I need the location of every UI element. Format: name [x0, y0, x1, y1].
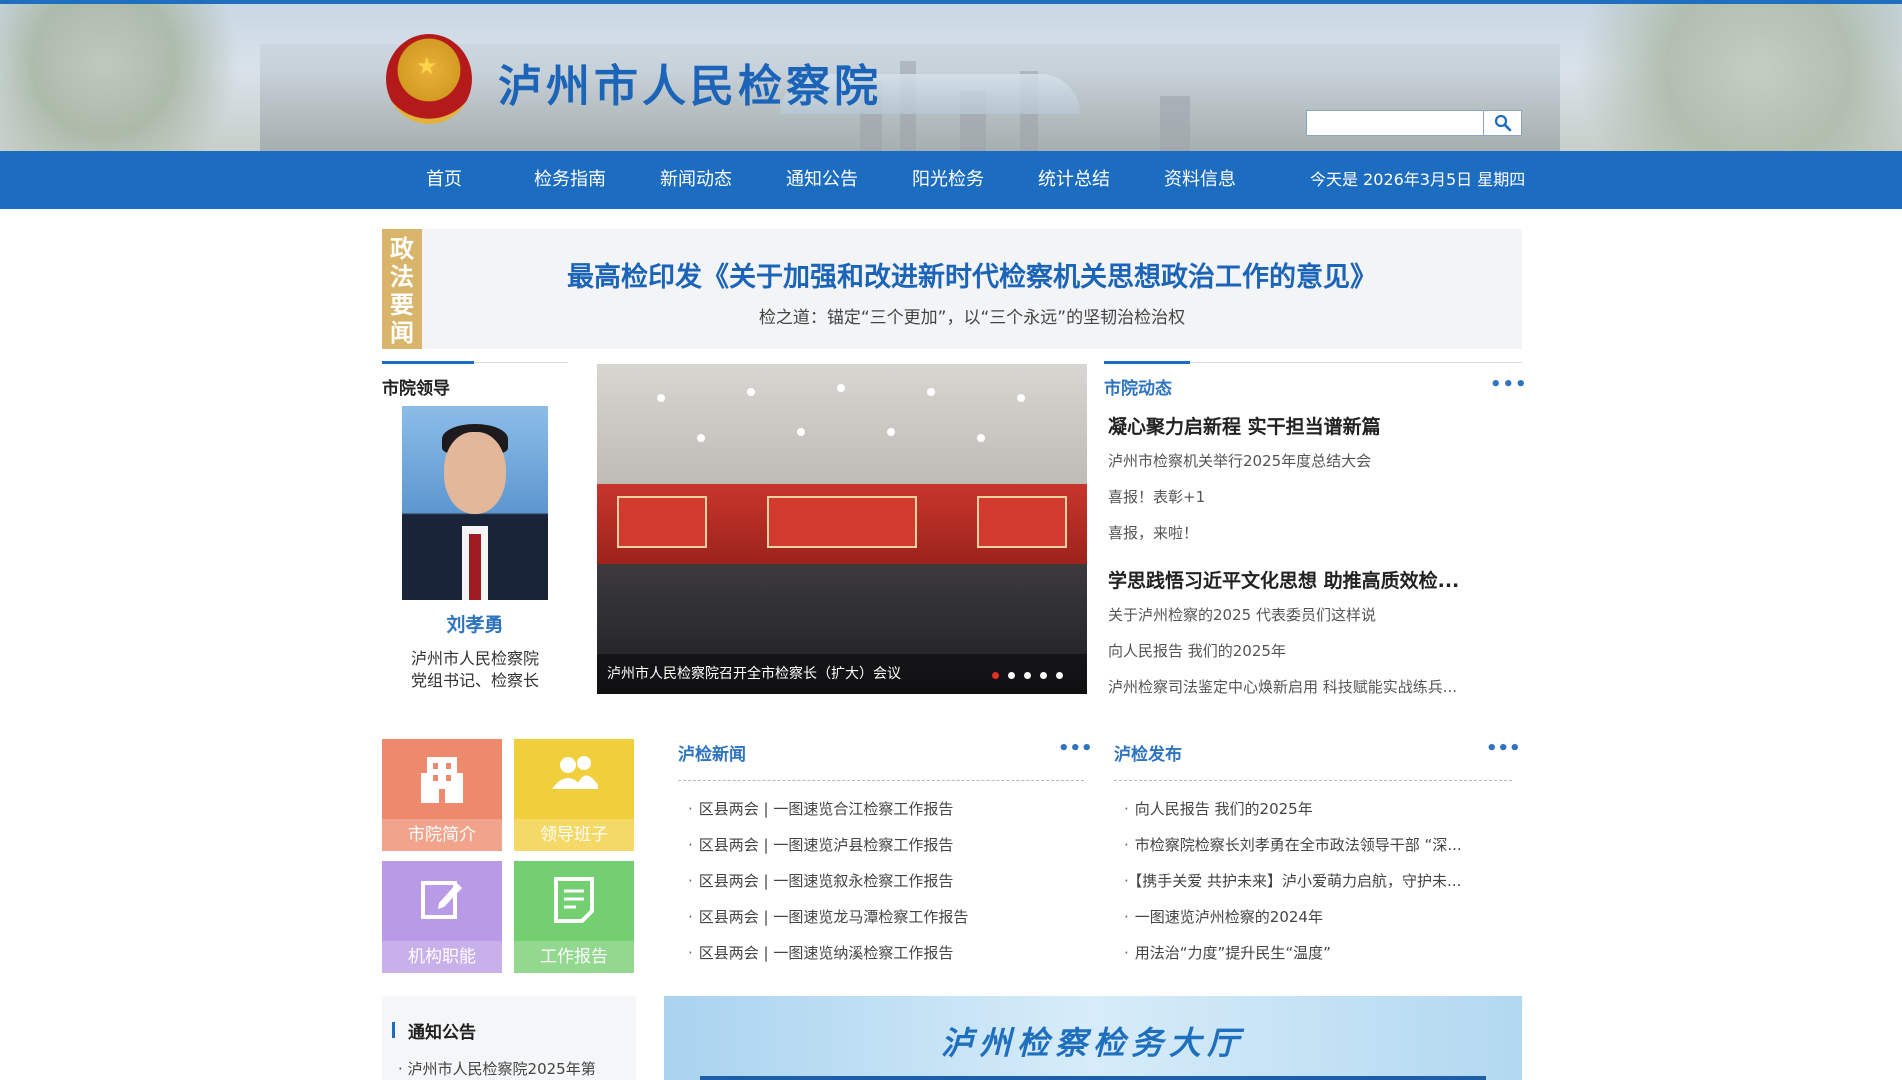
- nav-item-news[interactable]: 新闻动态: [656, 151, 736, 209]
- ceiling-light: [697, 434, 705, 442]
- carousel-dot[interactable]: [1024, 672, 1031, 679]
- national-emblem-logo[interactable]: ★: [386, 34, 472, 124]
- search-box: [1306, 110, 1522, 136]
- tile-intro[interactable]: 市院简介: [382, 739, 502, 851]
- news-item[interactable]: 泸州检察司法鉴定中心焕新启用 科技赋能实战练兵...: [1108, 676, 1457, 697]
- nav-item-home[interactable]: 首页: [404, 151, 484, 209]
- edit-icon: [382, 875, 502, 932]
- main-nav: 首页 检务指南 新闻动态 通知公告 阳光检务 统计总结 资料信息 今天是 202…: [0, 151, 1902, 209]
- ceiling-light: [657, 394, 665, 402]
- carousel-photo-screen: [617, 496, 707, 548]
- news-carousel[interactable]: 泸州市人民检察院召开全市检察长（扩大）会议: [597, 364, 1087, 694]
- list-item[interactable]: 区县两会 | 一图速览龙马潭检察工作报告: [688, 906, 969, 927]
- section-title: 通知公告: [408, 1023, 476, 1043]
- service-hall-title: 泸州检察检务大厅: [940, 1024, 1245, 1062]
- headline-subtitle[interactable]: 检之道：锚定“三个更加”，以“三个永远”的坚韧治检治权: [422, 303, 1522, 328]
- ceiling-light: [797, 428, 805, 436]
- header-banner: ★ 泸州市人民检察院: [0, 4, 1902, 151]
- news-item[interactable]: 向人民报告 我们的2025年: [1108, 640, 1286, 661]
- headline-title[interactable]: 最高检印发《关于加强和改进新时代检察机关思想政治工作的意见》: [422, 255, 1522, 294]
- banner-trees-right: [1542, 4, 1902, 151]
- news-headline[interactable]: 学思践悟习近平文化思想 助推高质效检...: [1108, 566, 1459, 593]
- notice-section: 通知公告 · 泸州市人民检察院2025年第: [382, 996, 636, 1080]
- carousel-dots: [992, 672, 1063, 679]
- tile-label: 领导班子: [514, 819, 634, 851]
- ceiling-light: [927, 388, 935, 396]
- list-item[interactable]: 向人民报告 我们的2025年: [1124, 798, 1313, 819]
- tile-label: 工作报告: [514, 941, 634, 973]
- leader-name[interactable]: 刘孝勇: [382, 610, 568, 637]
- section-divider: [678, 780, 1084, 781]
- tile-leadership[interactable]: 领导班子: [514, 739, 634, 851]
- carousel-dot[interactable]: [992, 672, 999, 679]
- list-item[interactable]: 【携手关爱 共护未来】泸小爱萌力启航，守护未...: [1124, 870, 1462, 891]
- users-icon: [514, 753, 634, 804]
- headline-banner: 政法要闻 最高检印发《关于加强和改进新时代检察机关思想政治工作的意见》 检之道：…: [382, 229, 1522, 349]
- news-item[interactable]: 关于泸州检察的2025 代表委员们这样说: [1108, 604, 1376, 625]
- emblem-star-icon: ★: [416, 52, 438, 80]
- ceiling-light: [1017, 394, 1025, 402]
- nav-item-guide[interactable]: 检务指南: [530, 151, 610, 209]
- list-item[interactable]: 用法治“力度”提升民生“温度”: [1124, 942, 1331, 963]
- more-button[interactable]: •••: [1486, 738, 1521, 759]
- service-hall-banner[interactable]: 泸州检察检务大厅: [664, 996, 1522, 1080]
- nav-item-sunshine[interactable]: 阳光检务: [908, 151, 988, 209]
- document-icon: [514, 875, 634, 934]
- carousel-dot[interactable]: [1056, 672, 1063, 679]
- carousel-dot[interactable]: [1040, 672, 1047, 679]
- list-item[interactable]: 市检察院检察长刘孝勇在全市政法领导干部 “深...: [1124, 834, 1462, 855]
- list-item[interactable]: 区县两会 | 一图速览泸县检察工作报告: [688, 834, 954, 855]
- news-item[interactable]: 喜报，来啦！: [1108, 522, 1198, 543]
- carousel-dot[interactable]: [1008, 672, 1015, 679]
- current-date: 今天是 2026年3月5日 星期四: [1310, 170, 1526, 189]
- building-icon: [382, 753, 502, 814]
- leader-photo-face: [444, 432, 506, 514]
- ceiling-light: [837, 384, 845, 392]
- leader-photo[interactable]: [402, 406, 548, 600]
- more-button[interactable]: •••: [1490, 374, 1528, 395]
- leader-role: 泸州市人民检察院: [410, 649, 539, 668]
- nav-item-notices[interactable]: 通知公告: [782, 151, 862, 209]
- section-divider-accent: [1104, 361, 1190, 364]
- nav-item-statistics[interactable]: 统计总结: [1034, 151, 1114, 209]
- list-item[interactable]: 区县两会 | 一图速览叙永检察工作报告: [688, 870, 954, 891]
- section-title: 泸检发布: [1114, 745, 1182, 765]
- tile-label: 机构职能: [382, 941, 502, 973]
- ceiling-light: [977, 434, 985, 442]
- list-item[interactable]: 区县两会 | 一图速览纳溪检察工作报告: [688, 942, 954, 963]
- search-icon: [1494, 114, 1511, 132]
- news-headline[interactable]: 凝心聚力启新程 实干担当谱新篇: [1108, 412, 1381, 439]
- more-button[interactable]: •••: [1058, 738, 1093, 759]
- service-hall-underline: [700, 1076, 1486, 1080]
- tile-label: 市院简介: [382, 819, 502, 851]
- section-title: 泸检新闻: [678, 745, 746, 765]
- search-button[interactable]: [1483, 111, 1521, 135]
- banner-building: [1160, 96, 1190, 151]
- section-divider: [1114, 780, 1512, 781]
- news-item[interactable]: 喜报！表彰+1: [1108, 486, 1205, 507]
- list-item[interactable]: 一图速览泸州检察的2024年: [1124, 906, 1323, 927]
- news-item[interactable]: 泸州市检察机关举行2025年度总结大会: [1108, 450, 1371, 471]
- carousel-photo-screen: [977, 496, 1067, 548]
- notice-item-text: 泸州市人民检察院2025年第: [407, 1060, 596, 1078]
- nav-item-materials[interactable]: 资料信息: [1160, 151, 1240, 209]
- section-title: 市院领导: [382, 379, 450, 399]
- ceiling-light: [887, 428, 895, 436]
- tile-functions[interactable]: 机构职能: [382, 861, 502, 973]
- ceiling-light: [747, 388, 755, 396]
- carousel-photo-ceiling: [597, 364, 1087, 484]
- leader-role: 党组书记、检察长: [410, 671, 539, 690]
- tile-work-report[interactable]: 工作报告: [514, 861, 634, 973]
- search-input[interactable]: [1307, 111, 1483, 135]
- section-title: 市院动态: [1104, 379, 1172, 399]
- section-divider-accent: [382, 361, 474, 364]
- banner-trees-left: [0, 4, 260, 151]
- carousel-photo-screen: [767, 496, 917, 548]
- headline-tag: 政法要闻: [382, 229, 422, 349]
- site-title[interactable]: 泸州市人民检察院: [498, 50, 882, 114]
- section-accent-bar: [392, 1022, 395, 1038]
- leader-photo-tie: [469, 534, 481, 600]
- notice-item[interactable]: · 泸州市人民检察院2025年第: [398, 1058, 596, 1079]
- list-item[interactable]: 区县两会 | 一图速览合江检察工作报告: [688, 798, 954, 819]
